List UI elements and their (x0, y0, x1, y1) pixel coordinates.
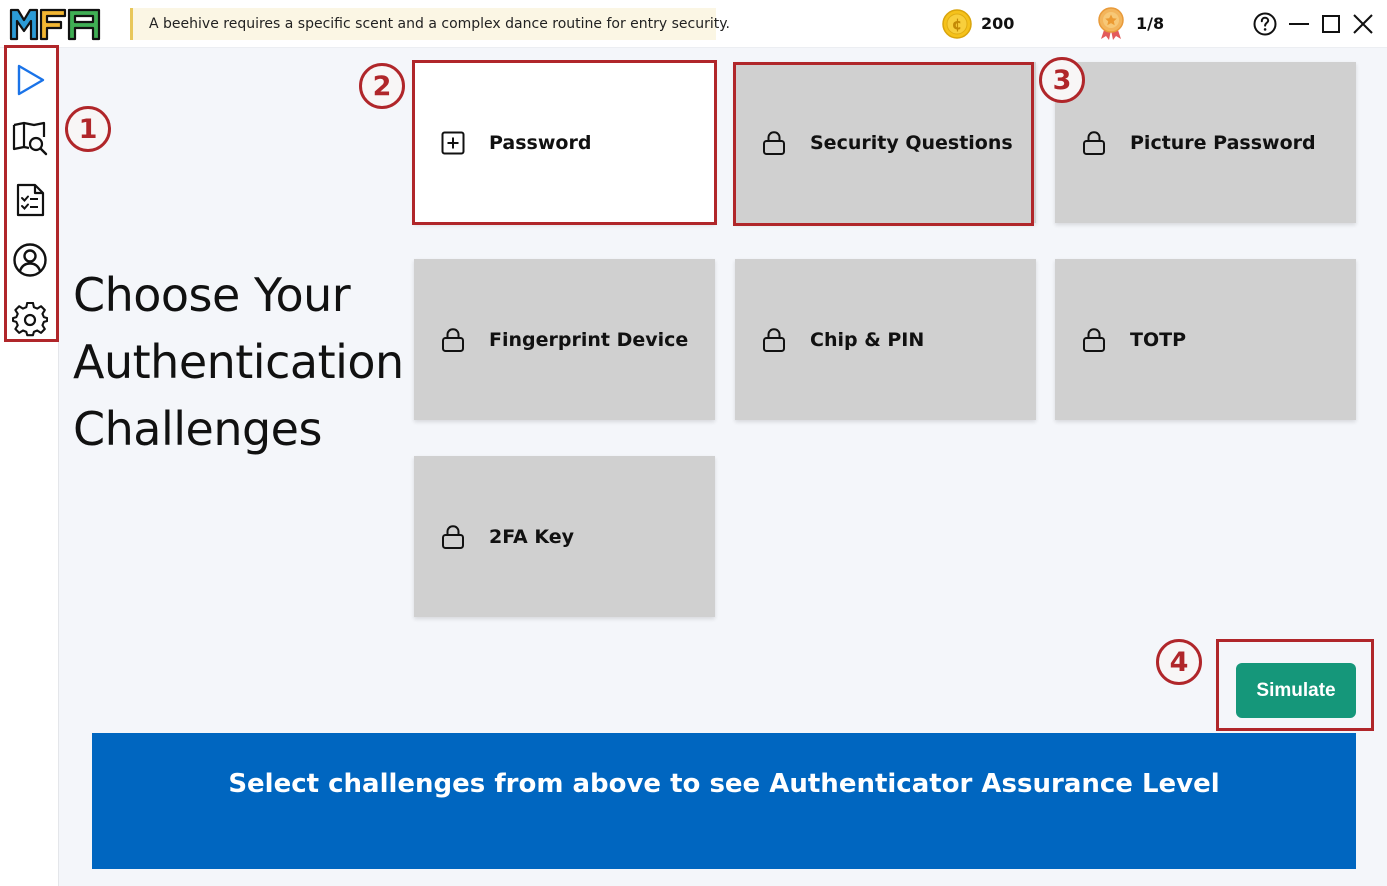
coin-count: 200 (981, 14, 1015, 33)
page-title-line: Authentication (73, 335, 404, 389)
lock-icon (1083, 327, 1105, 352)
page-title-line: Challenges (73, 402, 322, 456)
title-bar: A beehive requires a specific scent and … (0, 0, 1387, 48)
annotation-marker: 2 (359, 63, 405, 109)
annotation-marker: 3 (1039, 57, 1085, 103)
tip-banner: A beehive requires a specific scent and … (130, 8, 730, 40)
annotation-marker: 1 (65, 106, 111, 152)
challenge-card-picture-password[interactable]: Picture Password (1055, 62, 1356, 223)
close-icon[interactable] (1350, 11, 1376, 37)
help-icon[interactable] (1252, 11, 1278, 37)
maximize-icon[interactable] (1318, 11, 1344, 37)
tip-text: A beehive requires a specific scent and … (149, 16, 730, 32)
card-label: TOTP (1130, 328, 1186, 351)
annotation-marker: 4 (1156, 639, 1202, 685)
svg-text:¢: ¢ (952, 16, 962, 34)
challenge-card-2fa-key[interactable]: 2FA Key (414, 456, 715, 617)
medal-icon (1098, 7, 1124, 40)
challenge-card-fingerprint-device[interactable]: Fingerprint Device (414, 259, 715, 420)
mfa-logo (9, 8, 101, 41)
minimize-icon[interactable] (1286, 11, 1312, 37)
lock-icon (1083, 130, 1105, 155)
assurance-level-banner: Select challenges from above to see Auth… (92, 733, 1356, 869)
banner-text: Select challenges from above to see Auth… (228, 769, 1220, 799)
card-label: Chip & PIN (810, 328, 925, 351)
card-label: Picture Password (1130, 131, 1316, 154)
lock-icon (442, 524, 464, 549)
coin-icon: ¢ (942, 9, 972, 39)
page-title-line: Choose Your (73, 268, 351, 322)
challenge-card-totp[interactable]: TOTP (1055, 259, 1356, 420)
lock-icon (763, 327, 785, 352)
page-title: Choose Your Authentication Challenges (73, 262, 413, 463)
annotation-highlight-security-questions (733, 62, 1034, 226)
annotation-highlight-sidebar (4, 45, 59, 342)
card-label: Fingerprint Device (489, 328, 689, 351)
lock-icon (442, 327, 464, 352)
annotation-highlight-password (412, 60, 717, 225)
annotation-highlight-simulate (1216, 639, 1374, 731)
challenge-card-chip-pin[interactable]: Chip & PIN (735, 259, 1036, 420)
progress-count: 1/8 (1136, 14, 1165, 33)
card-label: 2FA Key (489, 525, 574, 548)
